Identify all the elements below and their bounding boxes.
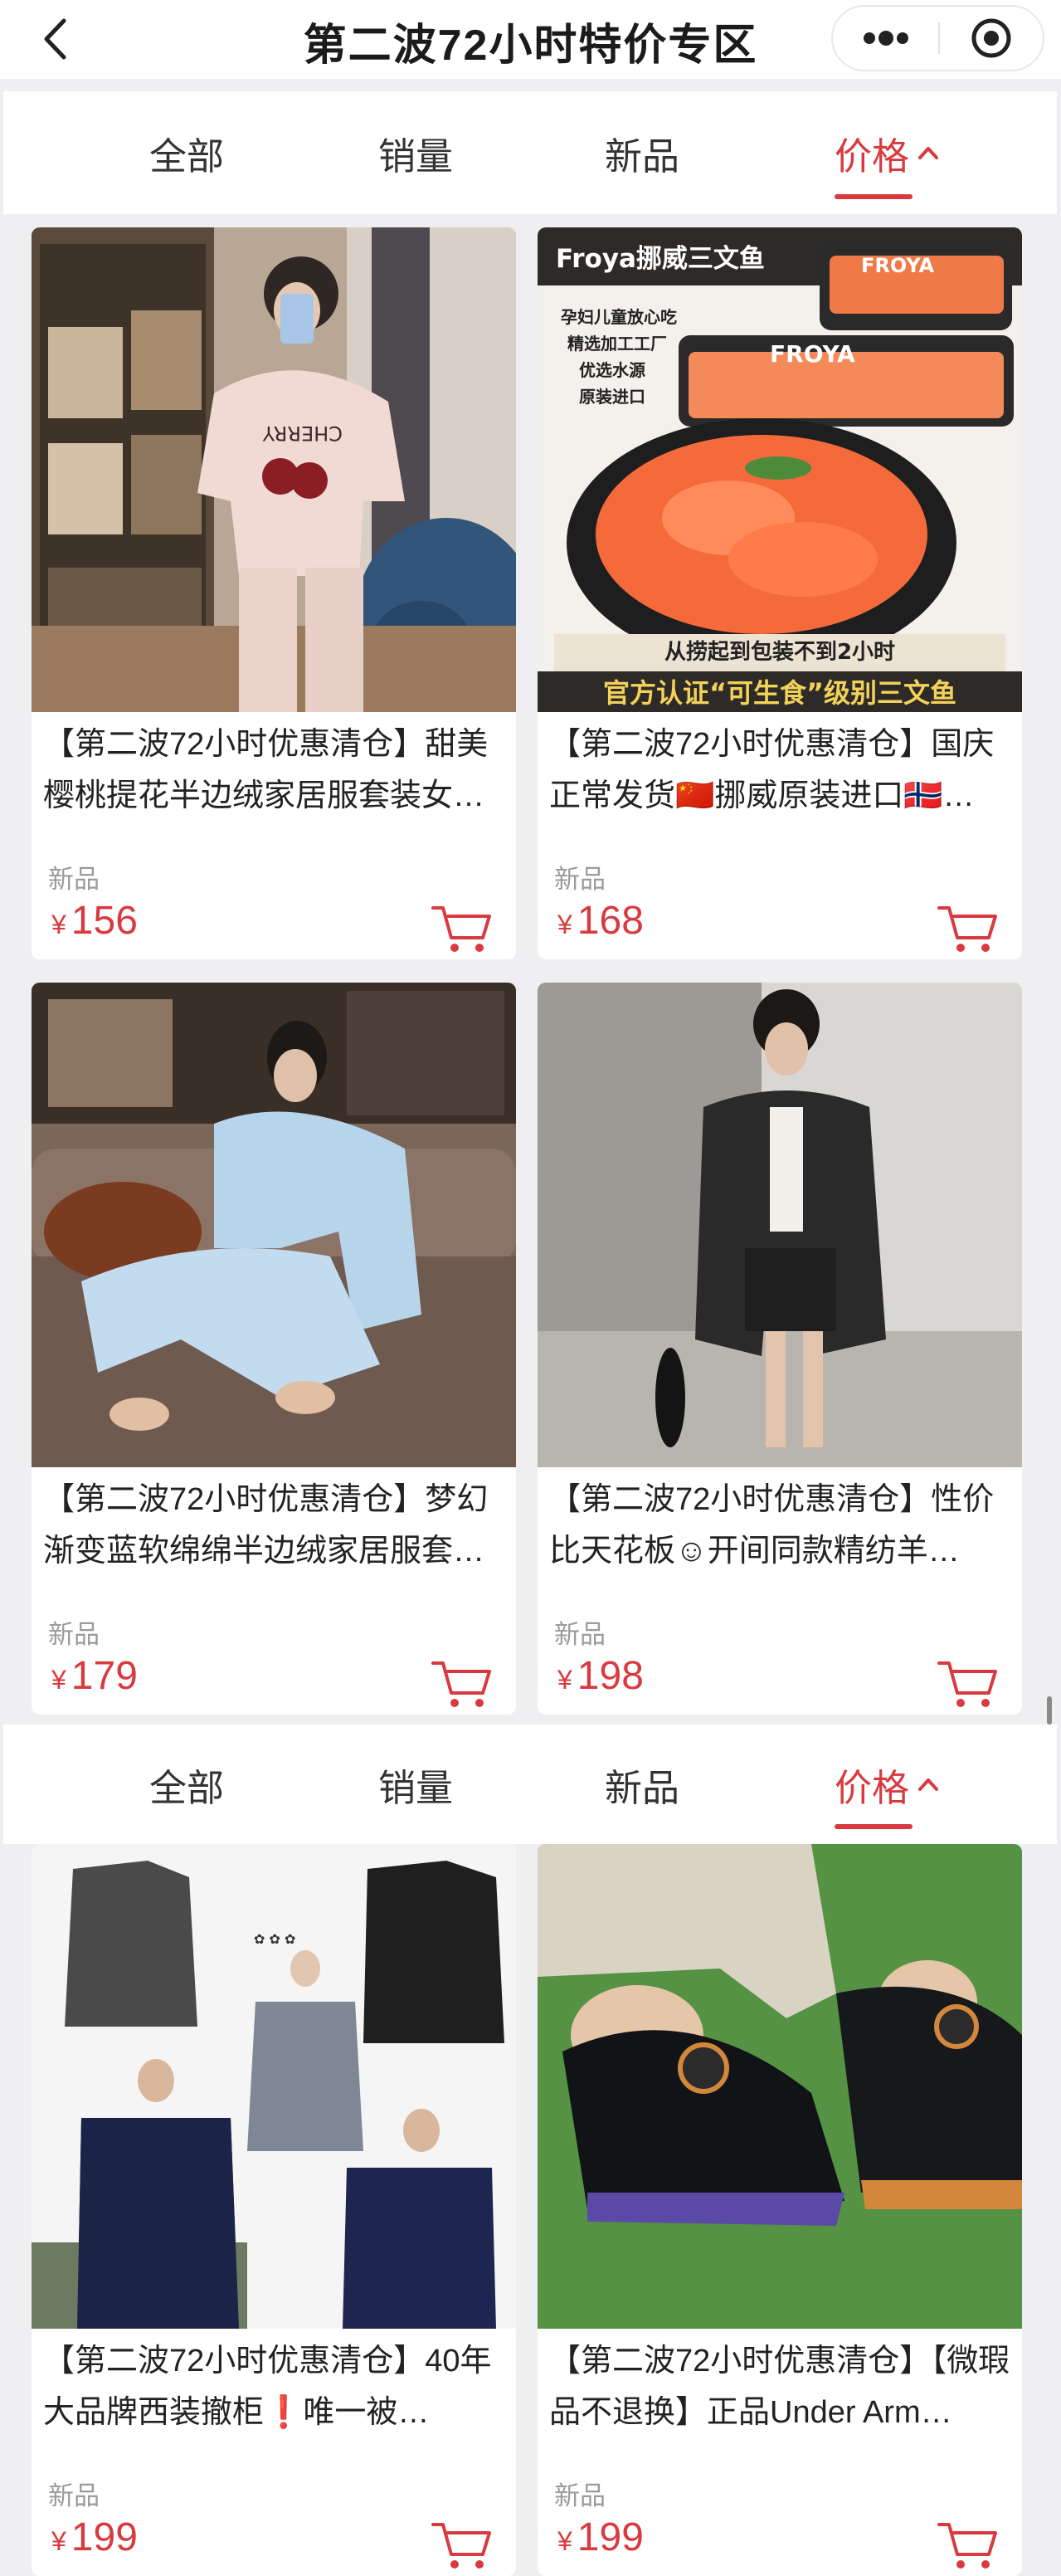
- price-value: 179: [71, 1654, 138, 1698]
- tab-all[interactable]: 全部: [149, 91, 224, 214]
- svg-text:孕妇儿童放心吃: 孕妇儿童放心吃: [561, 307, 677, 327]
- svg-text:精选加工工厂: 精选加工工厂: [567, 334, 667, 354]
- svg-text:官方认证“可生食”级别三文鱼: 官方认证“可生食”级别三文鱼: [603, 677, 956, 709]
- product-title: 【第二波72小时优惠清仓】梦幻渐变蓝软绵绵半边绒家居服套…: [43, 1482, 489, 1569]
- price-value: 199: [577, 2515, 644, 2559]
- cart-icon[interactable]: [936, 901, 999, 954]
- active-tab-indicator: [835, 194, 913, 199]
- scrollbar-thumb[interactable]: [1047, 1696, 1052, 1725]
- tab-label: 全部: [149, 1766, 225, 1809]
- product-card[interactable]: 【第二波72小时优惠清仓】梦幻渐变蓝软绵绵半边绒家居服套… 新品 ¥179: [32, 983, 516, 1715]
- tab-label: 销量: [378, 1766, 454, 1809]
- tab-new[interactable]: 新品: [605, 1725, 679, 1844]
- tab-sales[interactable]: 销量: [378, 1725, 453, 1844]
- product-image: CHERRY: [32, 227, 516, 712]
- product-image: ✿ ✿ ✿: [32, 1844, 516, 2329]
- product-card[interactable]: ✿ ✿ ✿ 【第二波72小时优惠清仓】40年大品牌西装撤柜❗唯一被… 新品 ¥1…: [32, 1844, 516, 2576]
- price-value: 199: [71, 2515, 138, 2559]
- tab-all[interactable]: 全部: [149, 1725, 224, 1844]
- product-price: ¥168: [557, 898, 644, 944]
- product-image: [538, 1844, 1022, 2329]
- currency-symbol: ¥: [51, 2526, 66, 2556]
- sort-tab-bar: 全部 销量 新品 价格: [3, 91, 1057, 214]
- tab-label: 销量: [378, 134, 454, 178]
- product-card[interactable]: CHERRY 【第二波72小时优惠清仓】甜美樱桃提花半边绒家居服套装女… 新品 …: [32, 227, 516, 959]
- price-value: 168: [577, 899, 644, 943]
- chevron-up-icon: [918, 147, 939, 159]
- product-price: ¥179: [51, 1653, 138, 1699]
- svg-text:优选水源: 优选水源: [579, 360, 645, 380]
- close-button[interactable]: [940, 7, 1043, 70]
- product-price: ¥199: [51, 2515, 138, 2560]
- svg-text:✿ ✿ ✿: ✿ ✿ ✿: [254, 1931, 295, 1947]
- svg-text:原装进口: 原装进口: [579, 387, 645, 407]
- more-dots-icon: [863, 31, 908, 46]
- svg-text:FROYA: FROYA: [861, 254, 935, 277]
- currency-symbol: ¥: [557, 910, 572, 939]
- tab-label: 价格: [835, 1766, 910, 1809]
- chevron-up-icon: [918, 1778, 939, 1791]
- tab-label: 新品: [605, 1766, 680, 1809]
- product-card[interactable]: 【第二波72小时优惠清仓】性价比天花板☺开间同款精纺羊… 新品 ¥198: [538, 983, 1022, 1715]
- brand-label: Froya挪威三文鱼: [556, 244, 765, 274]
- new-tag: 新品: [48, 865, 100, 894]
- cart-icon[interactable]: [430, 2518, 493, 2571]
- tab-new[interactable]: 新品: [605, 91, 679, 214]
- nav-bar: 第二波72小时特价专区: [0, 0, 1061, 79]
- product-card[interactable]: Froya挪威三文鱼 FROYA FROYA 孕妇儿童放心吃 精选加工工厂 优选…: [538, 227, 1022, 959]
- new-tag: 新品: [48, 1620, 100, 1649]
- mini-program-capsule: [831, 5, 1044, 71]
- product-price: ¥198: [557, 1653, 644, 1699]
- tab-price[interactable]: 价格: [835, 91, 939, 214]
- tab-label: 新品: [605, 134, 680, 178]
- more-button[interactable]: [833, 7, 938, 70]
- active-tab-indicator: [835, 1824, 913, 1829]
- tab-label: 价格: [835, 134, 910, 178]
- new-tag: 新品: [554, 2481, 606, 2510]
- currency-symbol: ¥: [557, 2526, 572, 2556]
- price-value: 198: [577, 1654, 644, 1698]
- product-price: ¥156: [51, 898, 138, 944]
- tab-label: 全部: [149, 134, 225, 178]
- product-title: 【第二波72小时优惠清仓】【微瑕品不退换】正品Under Arm…: [549, 2344, 1010, 2430]
- tab-sales[interactable]: 销量: [378, 91, 453, 214]
- price-value: 156: [71, 899, 138, 943]
- currency-symbol: ¥: [51, 910, 66, 939]
- product-image: Froya挪威三文鱼 FROYA FROYA 孕妇儿童放心吃 精选加工工厂 优选…: [538, 227, 1022, 712]
- new-tag: 新品: [554, 1620, 606, 1649]
- product-image: [538, 983, 1022, 1467]
- product-title: 【第二波72小时优惠清仓】40年大品牌西装撤柜❗唯一被…: [43, 2344, 492, 2430]
- svg-text:从捞起到包装不到2小时: 从捞起到包装不到2小时: [664, 639, 895, 665]
- currency-symbol: ¥: [51, 1665, 66, 1695]
- svg-text:CHERRY: CHERRY: [262, 422, 343, 445]
- product-title: 【第二波72小时优惠清仓】国庆正常发货🇨🇳挪威原装进口🇳🇴…: [549, 727, 995, 813]
- cart-icon[interactable]: [936, 1656, 999, 1710]
- new-tag: 新品: [48, 2481, 100, 2510]
- new-tag: 新品: [554, 865, 606, 894]
- mini-program-close-icon: [971, 18, 1011, 58]
- cart-icon[interactable]: [430, 1656, 493, 1710]
- cart-icon[interactable]: [936, 2518, 999, 2571]
- currency-symbol: ¥: [557, 1665, 572, 1695]
- product-title: 【第二波72小时优惠清仓】甜美樱桃提花半边绒家居服套装女…: [43, 727, 489, 813]
- tab-price[interactable]: 价格: [835, 1725, 939, 1844]
- svg-text:FROYA: FROYA: [770, 340, 855, 368]
- product-card[interactable]: 【第二波72小时优惠清仓】【微瑕品不退换】正品Under Arm… 新品 ¥19…: [538, 1844, 1022, 2576]
- product-price: ¥199: [557, 2515, 644, 2560]
- cart-icon[interactable]: [430, 901, 493, 954]
- product-image: [32, 983, 516, 1467]
- sort-tab-bar-sticky: 全部 销量 新品 价格: [3, 1725, 1057, 1844]
- product-title: 【第二波72小时优惠清仓】性价比天花板☺开间同款精纺羊…: [549, 1482, 995, 1569]
